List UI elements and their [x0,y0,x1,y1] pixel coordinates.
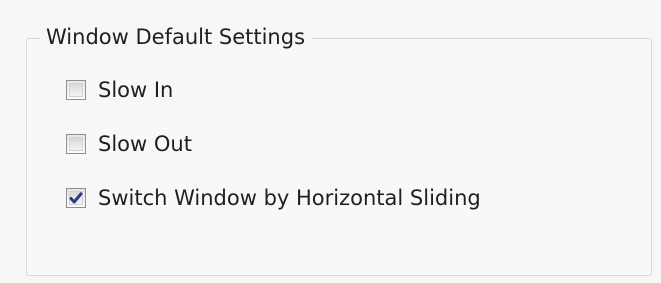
switch-window-horizontal-sliding-label[interactable]: Switch Window by Horizontal Sliding [98,184,481,212]
slow-in-option[interactable]: Slow In [66,76,173,104]
groupbox-title: Window Default Settings [40,22,312,52]
window-default-settings-panel: Window Default Settings Slow In Slow Out… [0,0,661,283]
switch-window-horizontal-sliding-checkbox[interactable] [66,188,86,208]
check-icon [69,192,83,204]
slow-out-checkbox[interactable] [66,134,86,154]
slow-in-label[interactable]: Slow In [98,76,173,104]
switch-window-horizontal-sliding-option[interactable]: Switch Window by Horizontal Sliding [66,184,481,212]
slow-in-checkbox[interactable] [66,80,86,100]
slow-out-label[interactable]: Slow Out [98,130,192,158]
slow-out-option[interactable]: Slow Out [66,130,192,158]
